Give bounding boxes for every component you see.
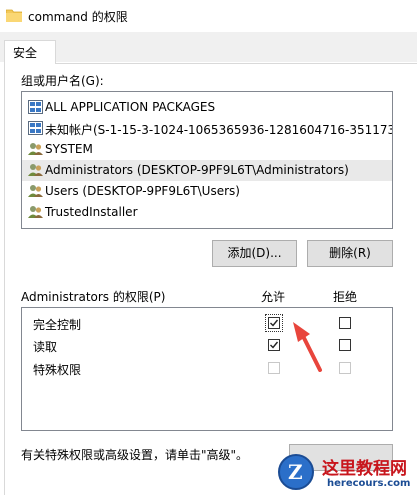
principal-name: 未知帐户(S-1-15-3-1024-1065365936-1281604716…	[45, 123, 393, 137]
users-icon	[28, 206, 43, 218]
deny-read-checkbox[interactable]	[339, 339, 351, 351]
principals-list[interactable]: ALL APPLICATION PACKAGES 未知帐户(S-1-15-3-1…	[21, 91, 393, 229]
permission-name: 读取	[33, 340, 58, 354]
app-packages-icon	[28, 100, 43, 114]
allow-read-checkbox[interactable]	[268, 339, 280, 351]
folder-icon	[6, 9, 22, 22]
watermark-url: herecours.com	[327, 478, 411, 489]
principal-name: Users (DESKTOP-9PF9L6T\Users)	[45, 184, 240, 198]
allow-full-control-checkbox[interactable]	[265, 314, 283, 332]
remove-button[interactable]: 删除(R)	[307, 240, 393, 267]
users-icon	[28, 143, 43, 155]
list-item-selected[interactable]: Administrators (DESKTOP-9PF9L6T\Administ…	[22, 160, 392, 181]
unknown-account-icon	[28, 121, 43, 135]
allow-header: 允许	[261, 290, 286, 304]
tab-security-label: 安全	[13, 46, 38, 60]
add-button[interactable]: 添加(D)...	[212, 240, 297, 267]
allow-special-checkbox	[268, 362, 280, 374]
watermark: Z 这里教程网 herecours.com	[272, 450, 417, 495]
title-bar: command 的权限	[0, 0, 417, 32]
list-item[interactable]: Users (DESKTOP-9PF9L6T\Users)	[22, 181, 392, 202]
tab-security[interactable]: 安全	[4, 40, 56, 64]
principal-name: Administrators (DESKTOP-9PF9L6T\Administ…	[45, 163, 349, 177]
list-item[interactable]: TrustedInstaller	[22, 202, 392, 223]
principal-name: ALL APPLICATION PACKAGES	[45, 100, 216, 114]
principal-name: SYSTEM	[45, 142, 93, 156]
deny-special-checkbox	[339, 362, 351, 374]
red-arrow-annotation	[293, 322, 322, 372]
users-icon	[28, 164, 43, 176]
watermark-title: 这里教程网	[322, 459, 407, 479]
users-icon	[28, 185, 43, 197]
list-item[interactable]: ALL APPLICATION PACKAGES	[22, 97, 392, 118]
tab-strip	[0, 32, 417, 62]
deny-full-control-checkbox[interactable]	[339, 317, 351, 329]
groups-label: 组或用户名(G):	[21, 74, 104, 88]
permissions-list: 完全控制 读取 特殊权限	[21, 307, 393, 431]
advanced-note: 有关特殊权限或高级设置，请单击"高级"。	[21, 448, 249, 462]
list-item[interactable]: SYSTEM	[22, 139, 392, 160]
permissions-label: Administrators 的权限(P)	[21, 290, 166, 304]
deny-header: 拒绝	[333, 290, 358, 304]
check-icon	[270, 319, 279, 327]
watermark-logo: Z	[278, 454, 314, 490]
watermark-logo-letter: Z	[288, 460, 303, 484]
check-icon	[270, 341, 279, 349]
principal-name: TrustedInstaller	[45, 205, 138, 219]
list-item[interactable]: 未知帐户(S-1-15-3-1024-1065365936-1281604716…	[22, 118, 392, 139]
permission-name: 完全控制	[33, 318, 82, 332]
permission-name: 特殊权限	[33, 363, 82, 377]
window-title: command 的权限	[28, 10, 128, 24]
